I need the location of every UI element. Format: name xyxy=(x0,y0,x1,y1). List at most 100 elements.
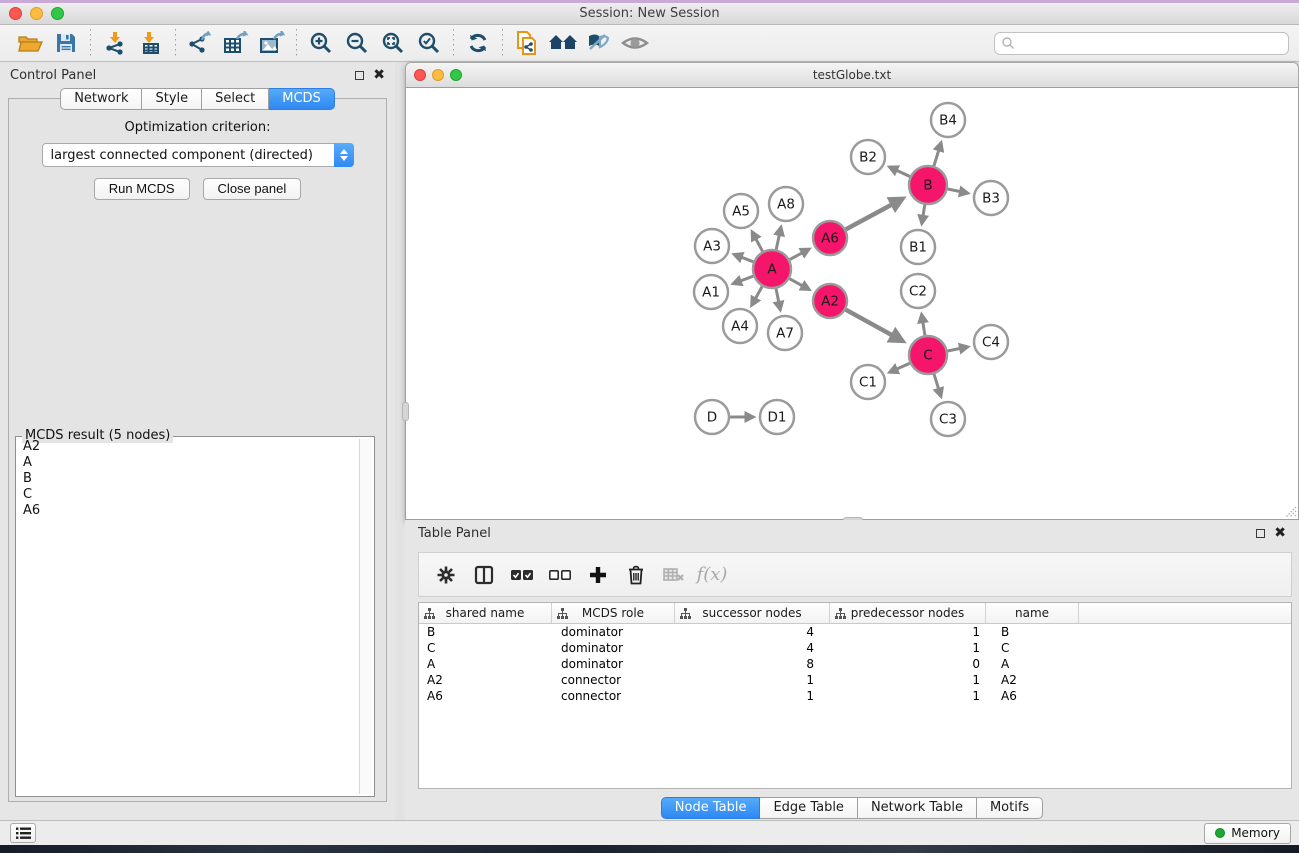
graph-node-B2[interactable]: B2 xyxy=(851,140,885,174)
graph-node-C1[interactable]: C1 xyxy=(851,365,885,399)
column-header-predecessor-nodes[interactable]: predecessor nodes xyxy=(830,603,986,623)
float-table-panel-icon[interactable] xyxy=(1256,529,1265,538)
mcds-result-list[interactable]: A2ABCA6 xyxy=(18,439,359,794)
zoom-selected-button[interactable] xyxy=(411,28,447,58)
graph-edge-B-B3[interactable] xyxy=(948,189,968,193)
graph-node-A7[interactable]: A7 xyxy=(768,316,802,350)
tab-style[interactable]: Style xyxy=(142,88,202,110)
import-table-button[interactable] xyxy=(133,28,169,58)
splitpane-vertical-grip[interactable] xyxy=(402,402,409,421)
graph-node-A4[interactable]: A4 xyxy=(723,309,757,343)
close-panel-icon[interactable]: ✖ xyxy=(373,71,385,80)
table-row[interactable]: Adominator80A xyxy=(419,656,1291,672)
result-scrollbar[interactable] xyxy=(359,439,372,794)
result-list-item[interactable]: A6 xyxy=(18,503,359,519)
graph-edge-A-A5[interactable] xyxy=(752,232,763,252)
graph-node-C[interactable]: C xyxy=(909,336,947,374)
graph-edge-A-A1[interactable] xyxy=(733,276,753,284)
tab-select[interactable]: Select xyxy=(202,88,269,110)
graph-node-A1[interactable]: A1 xyxy=(694,275,728,309)
graph-edge-C-C3[interactable] xyxy=(934,374,941,396)
graph-node-A2[interactable]: A2 xyxy=(813,284,847,318)
graph-node-A3[interactable]: A3 xyxy=(695,229,729,263)
graph-edge-A2-C[interactable] xyxy=(846,310,903,341)
criterion-dropdown[interactable]: largest connected component (directed) xyxy=(42,143,354,167)
function-builder-button[interactable]: f(x) xyxy=(695,558,729,592)
graph-node-C4[interactable]: C4 xyxy=(974,325,1008,359)
apply-layout-button[interactable] xyxy=(460,28,496,58)
tab-motifs[interactable]: Motifs xyxy=(977,797,1043,819)
graph-node-B1[interactable]: B1 xyxy=(901,230,935,264)
network-graph[interactable]: A A1 A3 A4 A5 A7 A8 A6 A2 B B1 B2 B3 B4 C C1 C2 C3 C4 D D1 xyxy=(406,88,1298,519)
graph-edge-C-C1[interactable] xyxy=(890,363,910,372)
deselect-all-rows-button[interactable] xyxy=(543,558,577,592)
clone-network-button[interactable] xyxy=(509,28,545,58)
result-list-item[interactable]: A xyxy=(18,455,359,471)
graph-node-D[interactable]: D xyxy=(695,400,729,434)
network-canvas[interactable]: A A1 A3 A4 A5 A7 A8 A6 A2 B B1 B2 B3 B4 C C1 C2 C3 C4 D D1 xyxy=(405,88,1299,520)
search-field[interactable] xyxy=(994,32,1289,55)
tab-network-table[interactable]: Network Table xyxy=(858,797,977,819)
graph-edge-B-B1[interactable] xyxy=(922,205,925,224)
result-list-item[interactable]: B xyxy=(18,471,359,487)
import-network-button[interactable] xyxy=(97,28,133,58)
memory-button[interactable]: Memory xyxy=(1204,823,1291,844)
graph-edge-B-B4[interactable] xyxy=(934,143,941,166)
add-column-button[interactable] xyxy=(581,558,615,592)
graph-node-B3[interactable]: B3 xyxy=(974,181,1008,215)
graph-edge-A-A7[interactable] xyxy=(776,289,780,310)
graph-node-A8[interactable]: A8 xyxy=(769,187,803,221)
graph-edge-A-A6[interactable] xyxy=(790,249,810,260)
export-image-button[interactable] xyxy=(254,28,290,58)
column-header-name[interactable]: name xyxy=(986,603,1079,623)
export-table-button[interactable] xyxy=(218,28,254,58)
graph-node-D1[interactable]: D1 xyxy=(760,400,794,434)
save-session-button[interactable] xyxy=(48,28,84,58)
zoom-fit-button[interactable] xyxy=(375,28,411,58)
show-graphics-details-button[interactable] xyxy=(581,28,617,58)
tab-edge-table[interactable]: Edge Table xyxy=(760,797,857,819)
graph-node-C3[interactable]: C3 xyxy=(931,402,965,436)
result-list-item[interactable]: A2 xyxy=(18,439,359,455)
search-input[interactable] xyxy=(1015,33,1288,54)
export-network-button[interactable] xyxy=(182,28,218,58)
delete-table-button[interactable] xyxy=(657,558,691,592)
result-list-item[interactable]: C xyxy=(18,487,359,503)
tab-network[interactable]: Network xyxy=(60,88,142,110)
tab-mcds[interactable]: MCDS xyxy=(269,88,335,110)
graph-node-B[interactable]: B xyxy=(909,166,947,204)
graph-edge-C-C2[interactable] xyxy=(922,314,925,335)
zoom-in-button[interactable] xyxy=(303,28,339,58)
graph-node-B4[interactable]: B4 xyxy=(931,103,965,137)
graph-node-A6[interactable]: A6 xyxy=(813,221,847,255)
column-header-MCDS-role[interactable]: MCDS role xyxy=(552,603,675,623)
zoom-out-button[interactable] xyxy=(339,28,375,58)
graph-edge-A-A8[interactable] xyxy=(776,227,781,249)
delete-column-button[interactable] xyxy=(619,558,653,592)
select-all-rows-button[interactable] xyxy=(505,558,539,592)
open-session-button[interactable] xyxy=(12,28,48,58)
graph-edge-C-C4[interactable] xyxy=(948,347,968,351)
resize-grip-icon[interactable] xyxy=(1284,505,1297,518)
show-columns-button[interactable] xyxy=(467,558,501,592)
hide-graphics-details-button[interactable] xyxy=(617,28,653,58)
close-table-panel-icon[interactable]: ✖ xyxy=(1274,529,1286,538)
graph-edge-B-B2[interactable] xyxy=(889,167,910,177)
table-row[interactable]: A2connector11A2 xyxy=(419,672,1291,688)
close-panel-button[interactable]: Close panel xyxy=(203,178,302,200)
first-neighbors-button[interactable] xyxy=(545,28,581,58)
run-mcds-button[interactable]: Run MCDS xyxy=(94,178,190,200)
graph-edge-A-A4[interactable] xyxy=(752,286,763,305)
column-header-successor-nodes[interactable]: successor nodes xyxy=(675,603,830,623)
graph-edge-A6-B[interactable] xyxy=(846,199,903,230)
table-row[interactable]: Cdominator41C xyxy=(419,640,1291,656)
table-row[interactable]: Bdominator41B xyxy=(419,624,1291,640)
graph-edge-A-A2[interactable] xyxy=(790,279,810,290)
graph-edge-A-A3[interactable] xyxy=(734,254,753,261)
float-panel-icon[interactable] xyxy=(355,71,364,80)
table-row[interactable]: A6connector11A6 xyxy=(419,688,1291,704)
graph-node-A[interactable]: A xyxy=(753,250,791,288)
table-settings-button[interactable] xyxy=(429,558,463,592)
graph-node-A5[interactable]: A5 xyxy=(724,194,758,228)
graph-node-C2[interactable]: C2 xyxy=(901,274,935,308)
